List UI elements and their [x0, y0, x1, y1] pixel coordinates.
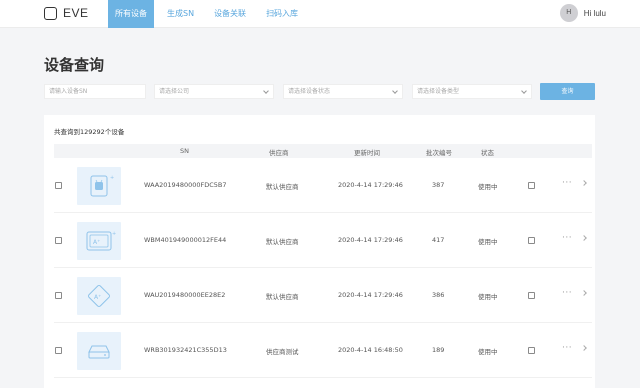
top-navigation-bar: EVE 所有设备 生成SN 设备关联 扫码入库 H Hi lulu [0, 0, 640, 28]
device-thumbnail: A⁺ [77, 277, 121, 315]
chevron-right-icon[interactable] [581, 290, 587, 296]
more-actions-icon[interactable]: ··· [562, 288, 572, 298]
device-vendor: 默认供应商 [266, 293, 299, 301]
device-status: 使用中 [478, 183, 498, 191]
sn-search-input[interactable]: 请输入设备SN [44, 84, 146, 99]
device-sn: WAU2019480000EE28E2 [144, 291, 226, 299]
user-menu[interactable]: H Hi lulu [559, 4, 606, 22]
device-sn: WAA2019480000FDC5B7 [144, 181, 227, 189]
device-batch: 386 [432, 291, 445, 299]
table-row[interactable]: + WAA2019480000FDC5B7 默认供应商 2020-4-14 17… [54, 159, 592, 213]
device-sn: WRB301932421C355D13 [144, 346, 227, 354]
svg-text:+: + [112, 231, 116, 237]
header-sn: SN [180, 147, 189, 155]
status-select[interactable]: 请选择设备状态 [283, 84, 403, 99]
row-select-checkbox[interactable] [55, 182, 62, 189]
android-device-icon: + [90, 175, 114, 197]
type-select[interactable]: 请选择设备类型 [412, 84, 532, 99]
search-button[interactable]: 查询 [540, 83, 595, 100]
svg-text:A⁺: A⁺ [94, 294, 101, 301]
header-updated: 更新时间 [354, 149, 380, 157]
row-toggle-checkbox[interactable] [528, 347, 535, 354]
header-vendor: 供应商 [269, 149, 289, 157]
nav-scan-inbound[interactable]: 扫码入库 [259, 0, 305, 28]
header-batch: 批次编号 [426, 149, 452, 157]
nav-all-devices[interactable]: 所有设备 [108, 0, 154, 28]
more-actions-icon[interactable]: ··· [562, 233, 572, 243]
logo-square-icon [44, 6, 57, 20]
chevron-right-icon[interactable] [581, 180, 587, 186]
chip-device-icon: A⁺ [88, 285, 110, 307]
more-actions-icon[interactable]: ··· [562, 343, 572, 353]
device-updated-time: 2020-4-14 17:29:46 [338, 181, 403, 189]
device-vendor: 默认供应商 [266, 183, 299, 191]
router-device-icon [88, 345, 110, 359]
svg-text:A⁺: A⁺ [93, 239, 100, 246]
app-name: EVE [63, 6, 89, 20]
app-logo[interactable]: EVE [44, 6, 89, 20]
device-batch: 189 [432, 346, 445, 354]
device-thumbnail: A⁺ + [77, 222, 121, 260]
row-select-checkbox[interactable] [55, 347, 62, 354]
row-select-checkbox[interactable] [55, 237, 62, 244]
device-vendor: 供应商测试 [266, 348, 299, 356]
device-vendor: 默认供应商 [266, 238, 299, 246]
chevron-right-icon[interactable] [581, 235, 587, 241]
device-status: 使用中 [478, 238, 498, 246]
device-status: 使用中 [478, 348, 498, 356]
device-list-card: 共查询到129292个设备 SN 供应商 更新时间 批次编号 状态 + WAA2… [44, 115, 595, 388]
more-actions-icon[interactable]: ··· [562, 178, 572, 188]
row-select-checkbox[interactable] [55, 292, 62, 299]
row-toggle-checkbox[interactable] [528, 237, 535, 244]
device-sn: WBM401949000012FE44 [144, 236, 227, 244]
header-status: 状态 [481, 149, 494, 157]
table-header: SN 供应商 更新时间 批次编号 状态 [54, 144, 592, 158]
device-thumbnail: + [77, 167, 121, 205]
nav-device-association[interactable]: 设备关联 [207, 0, 253, 28]
company-select[interactable]: 请选择公司 [154, 84, 274, 99]
page-title: 设备查询 [44, 56, 105, 74]
device-batch: 417 [432, 236, 445, 244]
result-count: 共查询到129292个设备 [54, 128, 125, 136]
main-nav: 所有设备 生成SN 设备关联 扫码入库 [108, 0, 311, 28]
device-updated-time: 2020-4-14 16:48:50 [338, 346, 403, 354]
svg-text:+: + [110, 175, 114, 181]
avatar[interactable]: H [559, 4, 578, 22]
device-updated-time: 2020-4-14 17:29:46 [338, 291, 403, 299]
device-status: 使用中 [478, 293, 498, 301]
table-row[interactable]: A⁺ WAU2019480000EE28E2 默认供应商 2020-4-14 1… [54, 269, 592, 323]
device-updated-time: 2020-4-14 17:29:46 [338, 236, 403, 244]
nav-generate-sn[interactable]: 生成SN [160, 0, 201, 28]
table-row[interactable]: A⁺ + WBM401949000012FE44 默认供应商 2020-4-14… [54, 214, 592, 268]
chevron-right-icon[interactable] [581, 345, 587, 351]
tablet-device-icon: A⁺ + [86, 231, 116, 251]
device-thumbnail [77, 332, 121, 370]
table-row[interactable]: WRB301932421C355D13 供应商测试 2020-4-14 16:4… [54, 324, 592, 378]
device-batch: 387 [432, 181, 445, 189]
user-greeting: Hi lulu [583, 8, 606, 18]
row-toggle-checkbox[interactable] [528, 182, 535, 189]
row-toggle-checkbox[interactable] [528, 292, 535, 299]
